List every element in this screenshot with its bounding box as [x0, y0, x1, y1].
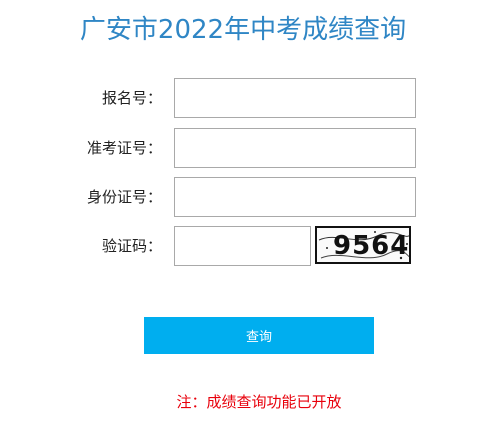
page-title: 广安市2022年中考成绩查询 — [79, 15, 407, 45]
verification-code-label: 验证码： — [101, 237, 162, 255]
query-button[interactable]: 查询 — [144, 317, 374, 354]
exam-admission-number-input[interactable] — [174, 128, 416, 168]
captcha-text: 9564 — [333, 231, 410, 261]
exam-admission-number-label: 准考证号： — [86, 139, 162, 157]
registration-number-input[interactable] — [174, 78, 416, 118]
id-number-input[interactable] — [174, 177, 416, 217]
id-number-label: 身份证号： — [86, 188, 162, 206]
verification-code-input[interactable] — [174, 226, 311, 266]
notice-text: 注：成绩查询功能已开放 — [176, 393, 342, 411]
score-query-page: 广安市2022年中考成绩查询 报名号： 准考证号： 身份证号： 验证码： 956… — [0, 0, 486, 438]
captcha-image[interactable]: 9564 — [315, 226, 411, 264]
registration-number-label: 报名号： — [101, 89, 162, 107]
